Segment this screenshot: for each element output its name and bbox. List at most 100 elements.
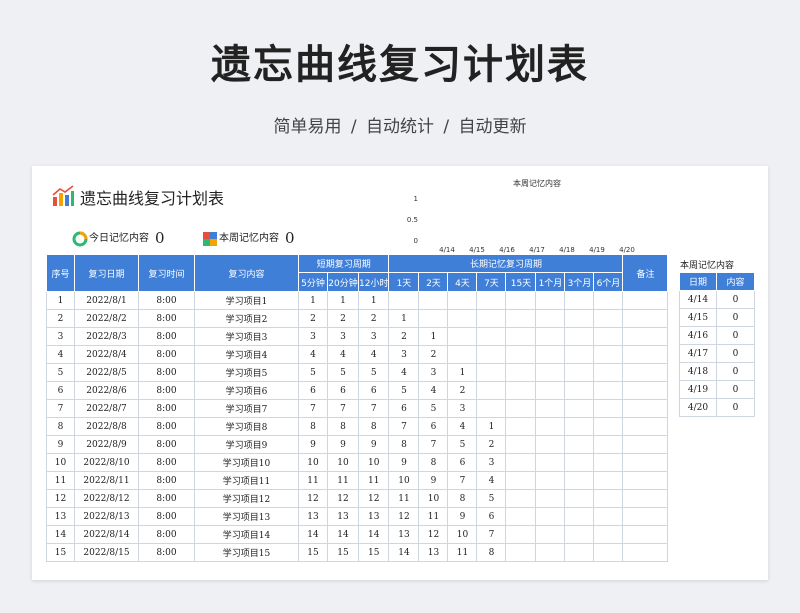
cell-note[interactable] [622,525,669,544]
cell-date[interactable]: 2022/8/11 [74,471,139,490]
cell-time[interactable]: 8:00 [138,471,195,490]
cell-time[interactable]: 8:00 [138,489,195,508]
cell-note[interactable] [622,471,669,490]
cell-note[interactable] [622,291,669,310]
cell-time[interactable]: 8:00 [138,507,195,526]
today-value: 0 [155,229,165,247]
cell-long: 7 [476,525,507,544]
cell-date[interactable]: 2022/8/1 [74,291,139,310]
cell-long: 7 [418,435,449,454]
cell-time[interactable]: 8:00 [138,453,195,472]
cell-date[interactable]: 2022/8/15 [74,543,139,562]
cell-short: 8 [357,417,390,436]
cell-date[interactable]: 2022/8/4 [74,345,139,364]
cell-long [593,327,624,346]
cell-note[interactable] [622,327,669,346]
cell-time[interactable]: 8:00 [138,525,195,544]
cell-long [476,309,507,328]
chart-y-tick: 1 [414,195,418,203]
cell-date[interactable]: 2022/8/6 [74,381,139,400]
cell-date[interactable]: 2022/8/5 [74,363,139,382]
cell-time[interactable]: 8:00 [138,345,195,364]
cell-long: 8 [388,435,420,454]
cell-seq: 13 [46,507,75,526]
cell-time[interactable]: 8:00 [138,291,195,310]
cell-long [593,489,624,508]
cell-short: 6 [298,381,328,400]
cell-content[interactable]: 学习项目12 [194,489,299,508]
chart-title: 本周记忆内容 [513,178,561,188]
cell-note[interactable] [622,543,669,562]
cell-content[interactable]: 学习项目4 [194,345,299,364]
chart-x-tick: 4/20 [619,246,635,254]
cell-content[interactable]: 学习项目3 [194,327,299,346]
cell-long [593,345,624,364]
cell-long [505,381,537,400]
cell-note[interactable] [622,507,669,526]
cell-content[interactable]: 学习项目13 [194,507,299,526]
cell-time[interactable]: 8:00 [138,435,195,454]
cell-note[interactable] [622,453,669,472]
cell-long [505,399,537,418]
cell-date[interactable]: 2022/8/9 [74,435,139,454]
cell-note[interactable] [622,489,669,508]
cell-long: 4 [476,471,507,490]
cell-long [505,363,537,382]
cell-note[interactable] [622,435,669,454]
cell-content[interactable]: 学习项目15 [194,543,299,562]
table-row: 9 2022/8/9 8:00 学习项目9 9 9 9 8 7 5 2 [46,435,669,454]
cell-long [535,507,566,526]
cell-note[interactable] [622,345,669,364]
cell-date[interactable]: 2022/8/3 [74,327,139,346]
cell-seq: 6 [46,381,75,400]
cell-note[interactable] [622,381,669,400]
cell-date[interactable]: 2022/8/13 [74,507,139,526]
cell-short: 9 [357,435,390,454]
cell-note[interactable] [622,309,669,328]
cell-short: 11 [357,471,390,490]
cell-long [418,291,449,310]
cell-content[interactable]: 学习项目14 [194,525,299,544]
cell-seq: 3 [46,327,75,346]
cell-date[interactable]: 2022/8/8 [74,417,139,436]
cell-time[interactable]: 8:00 [138,417,195,436]
cell-date[interactable]: 2022/8/14 [74,525,139,544]
cell-short: 9 [298,435,328,454]
cell-short: 4 [357,345,390,364]
cell-date[interactable]: 2022/8/10 [74,453,139,472]
cell-content[interactable]: 学习项目11 [194,471,299,490]
header-long-1: 2天 [418,272,449,292]
cell-time[interactable]: 8:00 [138,309,195,328]
week-cell-content: 0 [716,380,755,399]
cell-content[interactable]: 学习项目2 [194,309,299,328]
cell-time[interactable]: 8:00 [138,399,195,418]
cell-long: 9 [447,507,478,526]
cell-content[interactable]: 学习项目6 [194,381,299,400]
cell-short: 12 [357,489,390,508]
cell-time[interactable]: 8:00 [138,543,195,562]
cell-date[interactable]: 2022/8/12 [74,489,139,508]
cell-content[interactable]: 学习项目5 [194,363,299,382]
cell-content[interactable]: 学习项目7 [194,399,299,418]
cell-long [476,363,507,382]
cell-content[interactable]: 学习项目8 [194,417,299,436]
cell-seq: 7 [46,399,75,418]
cell-content[interactable]: 学习项目9 [194,435,299,454]
cell-date[interactable]: 2022/8/2 [74,309,139,328]
cell-time[interactable]: 8:00 [138,363,195,382]
cell-date[interactable]: 2022/8/7 [74,399,139,418]
cell-seq: 2 [46,309,75,328]
cell-note[interactable] [622,363,669,382]
table-row: 14 2022/8/14 8:00 学习项目14 14 14 14 13 12 10 7 [46,525,669,544]
cell-time[interactable]: 8:00 [138,327,195,346]
table-row: 4 2022/8/4 8:00 学习项目4 4 4 4 3 2 [46,345,669,364]
cell-content[interactable]: 学习项目10 [194,453,299,472]
week-cell-date: 4/18 [679,362,717,381]
cell-content[interactable]: 学习项目1 [194,291,299,310]
cell-long [447,309,478,328]
cell-long: 1 [418,327,449,346]
cell-time[interactable]: 8:00 [138,381,195,400]
cell-short: 14 [327,525,359,544]
cell-note[interactable] [622,399,669,418]
cell-note[interactable] [622,417,669,436]
